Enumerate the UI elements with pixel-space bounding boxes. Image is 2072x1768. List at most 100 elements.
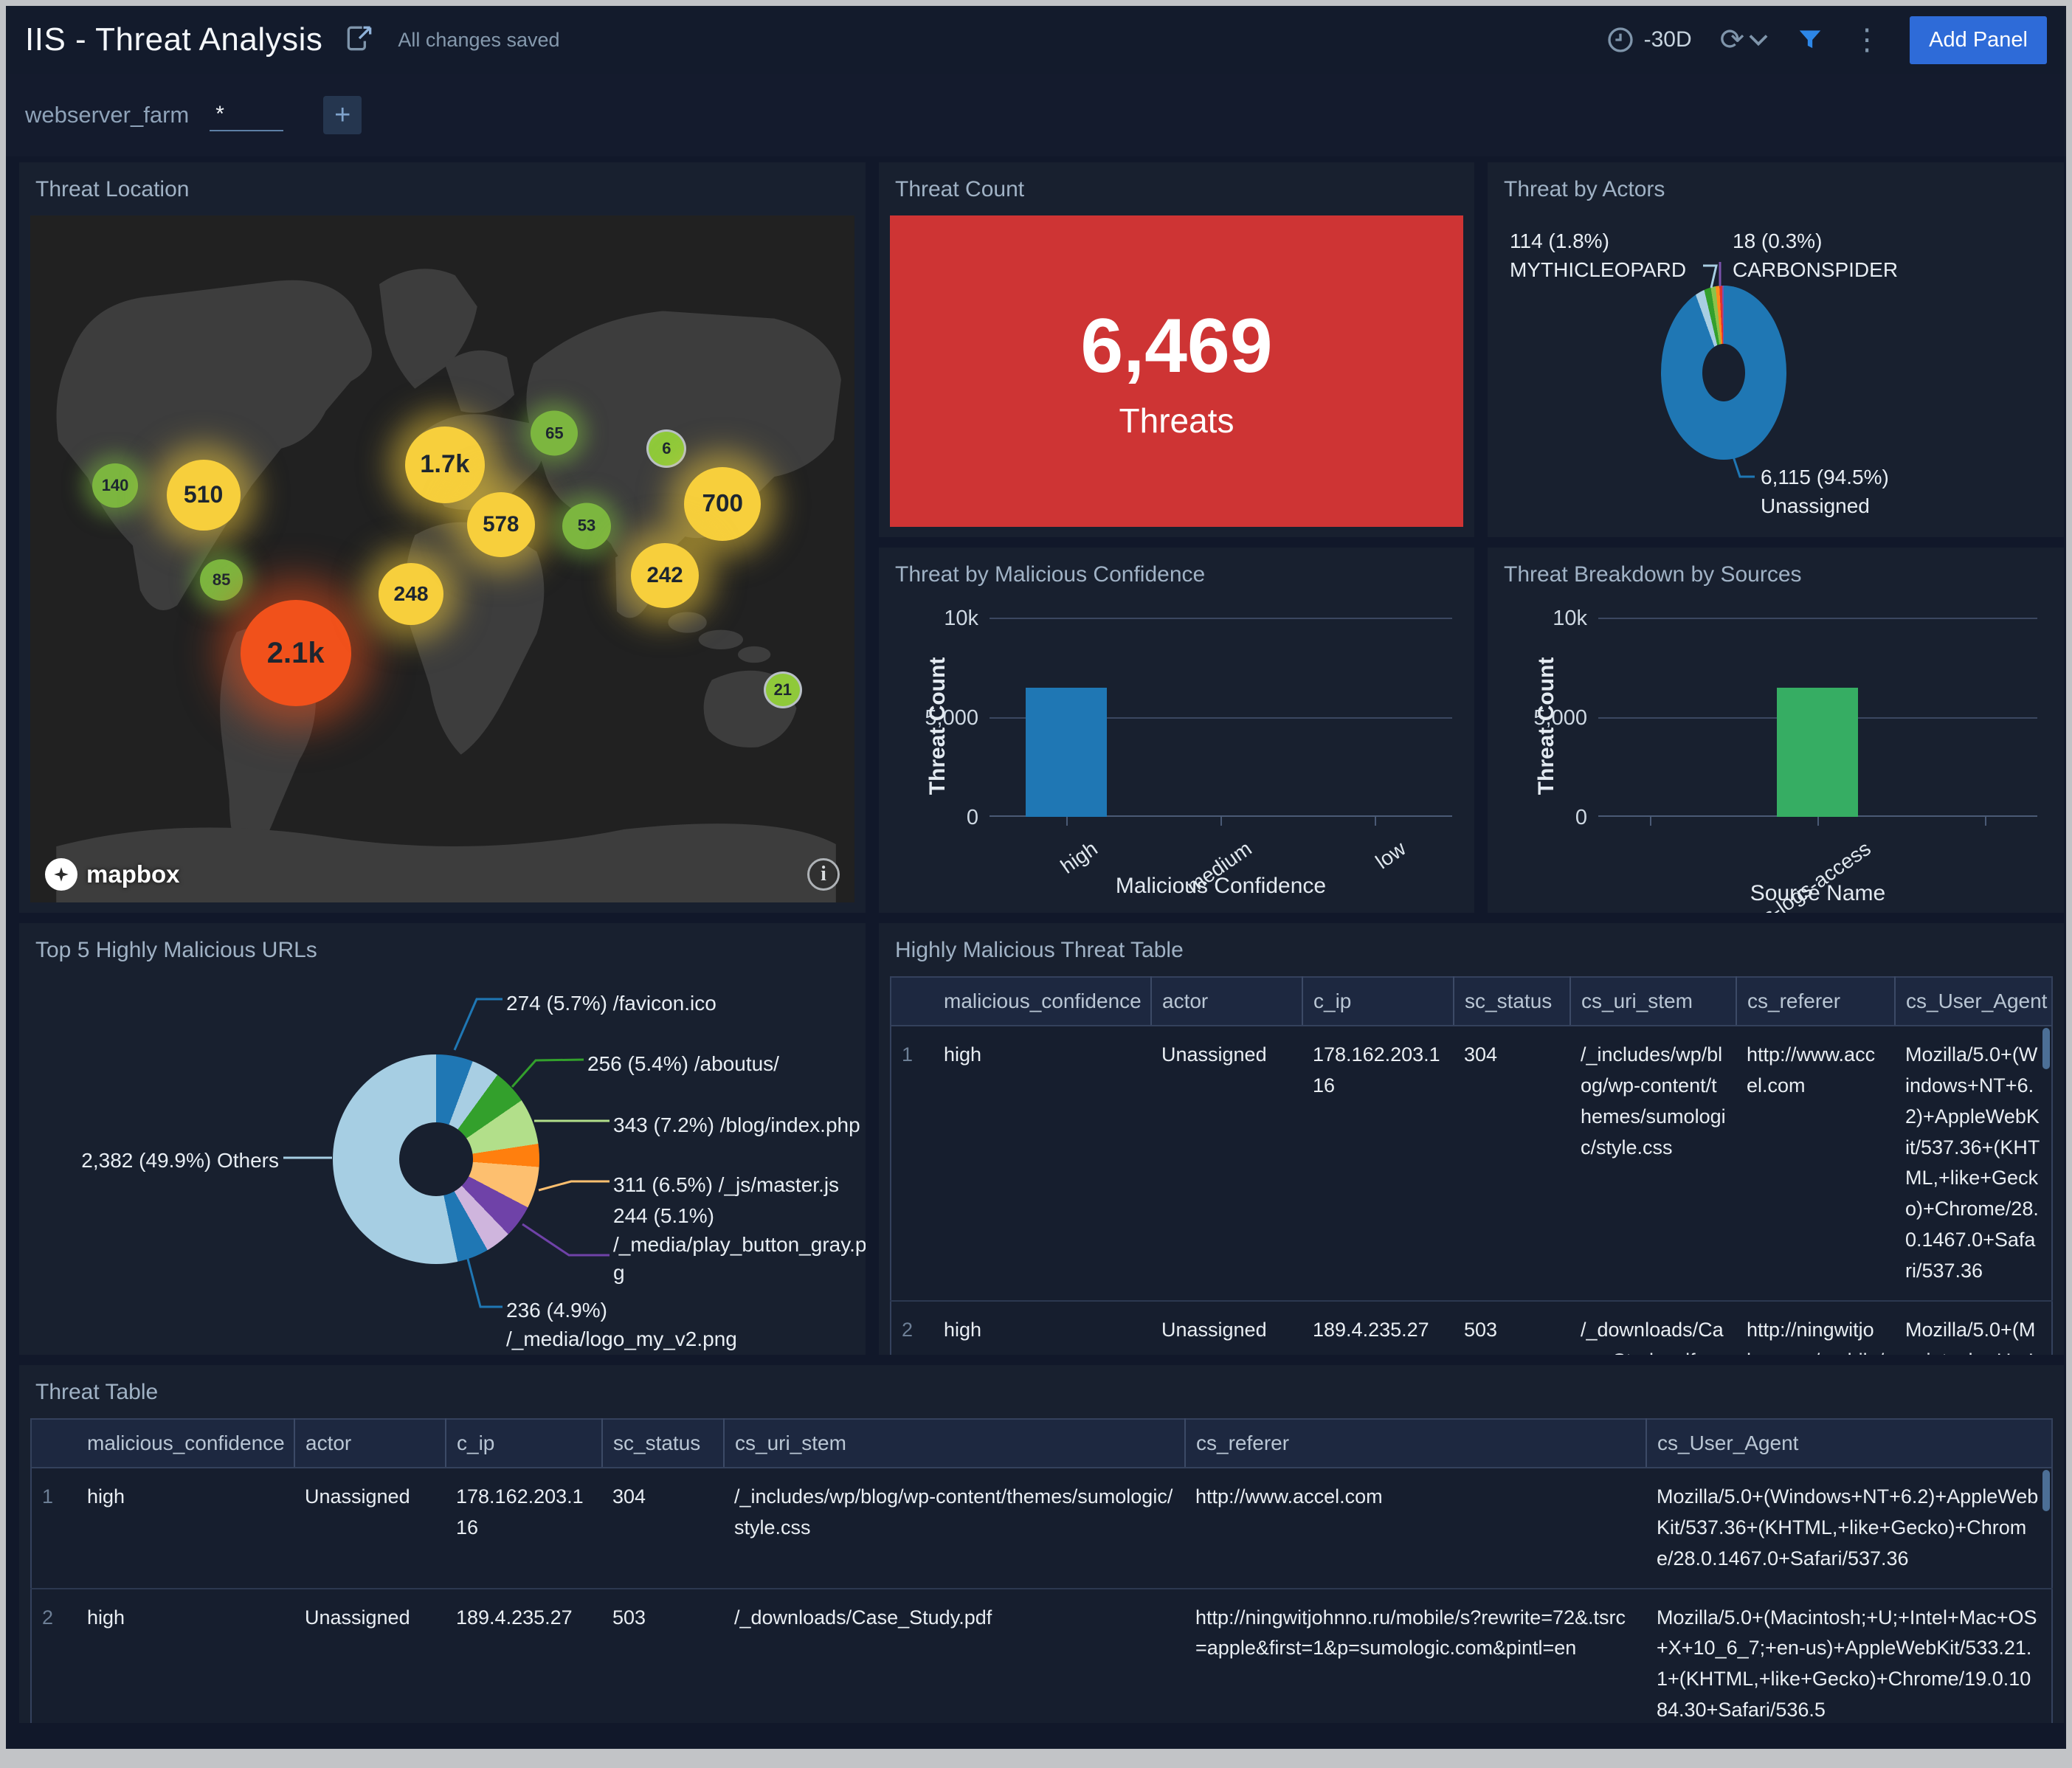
threat-table-scrollbar[interactable] xyxy=(2042,1470,2050,1511)
table-cell: /_includes/wp/blog/wp-content/themes/sum… xyxy=(1581,1043,1726,1158)
table-cell: high xyxy=(944,1043,982,1066)
callout-aboutus: 256 (5.4%) /aboutus/ xyxy=(587,1052,779,1075)
threat-count-display: 6,469 Threats xyxy=(890,215,1463,527)
column-header-malicious_confidence[interactable]: malicious_confidence xyxy=(933,977,1151,1026)
top-urls-donut-hole xyxy=(399,1122,473,1196)
threat-table: malicious_confidence actor c_ip sc_status cs… xyxy=(30,1418,2053,1723)
hm-table-wrap: malicious_confidence actor c_ip sc_status cs… xyxy=(890,976,2053,1355)
refresh-button[interactable]: ⟳ xyxy=(1720,23,1769,57)
callout-master: 311 (6.5%) /_js/master.js xyxy=(613,1173,840,1196)
table-cell: 189.4.235.27 xyxy=(446,1587,602,1723)
column-header-cs_User_Agent[interactable]: cs_User_Agent xyxy=(1894,977,2052,1026)
column-header-cs_uri_stem[interactable]: cs_uri_stem xyxy=(1569,977,1736,1026)
map-bubble[interactable]: 140 xyxy=(92,463,139,508)
map-bubble[interactable]: 700 xyxy=(684,467,762,542)
column-header-actor[interactable]: actor xyxy=(1150,977,1302,1026)
table-cell: /_downloads/Case_Study.pdf xyxy=(724,1587,1185,1723)
world-map[interactable]: 140 510 85 2.1k 248 1.7k 578 65 53 6 700 242 21 mapb… xyxy=(30,215,854,902)
column-header-sc_status[interactable]: sc_status xyxy=(1453,977,1570,1026)
column-header-c_ip[interactable]: c_ip xyxy=(1302,977,1454,1026)
table-cell: Unassigned xyxy=(294,1587,446,1723)
y-axis-label: Threat Count xyxy=(925,657,950,795)
add-panel-button[interactable]: Add Panel xyxy=(1910,15,2047,64)
ytick-0: 0 xyxy=(966,806,978,829)
time-range-selector[interactable]: -30D xyxy=(1606,25,1692,55)
column-header-sc_status[interactable]: sc_status xyxy=(601,1419,724,1468)
column-header-actor[interactable]: actor xyxy=(294,1419,446,1468)
table-cell: http://ningwitjohnno.ru/mobile/s?rewrite… xyxy=(1185,1587,1646,1723)
table-cell: Unassigned xyxy=(1151,1299,1302,1355)
panel-title: Threat Location xyxy=(35,177,190,201)
column-header-cs_referer[interactable]: cs_referer xyxy=(1184,1419,1646,1468)
panel-threat-by-malicious-confidence: Threat by Malicious Confidence 10k 5,000… xyxy=(879,548,1474,913)
table-cell: high xyxy=(933,1299,1151,1355)
callout-carbonspider: 18 (0.3%) CARBONSPIDER xyxy=(1733,229,1899,281)
ytick-10k: 10k xyxy=(1553,607,1587,630)
table-row[interactable]: 2 high Unassigned 189.4.235.27 503/_download… xyxy=(891,1299,2052,1355)
table-cell: 503 xyxy=(602,1587,724,1723)
table-row[interactable]: 2 high Unassigned 189.4.235.27 503/_download… xyxy=(31,1587,2052,1723)
map-bubble[interactable]: 1.7k xyxy=(404,426,485,503)
map-bubble[interactable]: 510 xyxy=(166,459,241,531)
sources-plot xyxy=(1598,618,2037,826)
x-axis-label: Source Name xyxy=(1750,881,1886,905)
table-row[interactable]: 1 high Unassigned 178.162.203.116 304 /_inclu… xyxy=(891,1026,2052,1301)
callout-unassigned: 6,115 (94.5%) Unassigned xyxy=(1761,466,1889,517)
confidence-bar-high[interactable] xyxy=(1026,688,1107,817)
table-cell: 304 xyxy=(612,1485,646,1508)
y-axis-label: Threat Count xyxy=(1534,657,1558,795)
panel-title: Threat Count xyxy=(895,177,1025,201)
column-header-cs_referer[interactable]: cs_referer xyxy=(1736,977,1895,1026)
table-cell: 178.162.203.116 xyxy=(1313,1043,1440,1097)
column-header-cs_uri_stem[interactable]: cs_uri_stem xyxy=(723,1419,1185,1468)
table-cell: Mozilla/5.0+(Macintosh;+U;+Intel+Mac+OS xyxy=(1895,1299,2052,1355)
map-bubble[interactable]: 53 xyxy=(562,503,611,550)
panel-title: Threat by Actors xyxy=(1504,177,1665,201)
chevron-down-icon xyxy=(1749,35,1768,46)
map-bubble[interactable]: 85 xyxy=(200,559,244,601)
ytick-0: 0 xyxy=(1575,806,1587,829)
table-cell: Unassigned xyxy=(1161,1043,1267,1066)
page-title: IIS - Threat Analysis xyxy=(25,21,323,58)
refresh-icon: ⟳ xyxy=(1719,24,1745,56)
share-icon[interactable] xyxy=(343,22,376,58)
panel-threat-table: Threat Table malicious_confidence actor c_… xyxy=(19,1365,2064,1723)
dashboard-header: IIS - Threat Analysis All changes saved … xyxy=(6,6,2066,74)
mapbox-logo[interactable]: mapbox xyxy=(45,858,180,891)
map-bubble[interactable]: 2.1k xyxy=(240,600,351,707)
row-number: 2 xyxy=(891,1299,933,1355)
map-info-icon[interactable]: i xyxy=(807,858,840,891)
sources-bar-iis-logs-access[interactable] xyxy=(1777,688,1858,817)
add-filter-button[interactable]: + xyxy=(323,96,362,134)
map-bubble[interactable]: 578 xyxy=(466,491,535,557)
hm-table-scrollbar[interactable] xyxy=(2042,1028,2050,1069)
more-options-button[interactable]: ⋮ xyxy=(1852,25,1882,55)
panel-threat-by-actors: Threat by Actors 114 (1.8%) MYTHICLEOPAR… xyxy=(1488,162,2064,537)
panel-title: Threat by Malicious Confidence xyxy=(895,562,1206,587)
map-bubble[interactable]: 65 xyxy=(531,410,579,456)
map-bubble[interactable]: 6 xyxy=(646,429,687,468)
table-cell: http://ningwitjohnno.ru/mobile/s? xyxy=(1736,1299,1895,1355)
confidence-plot xyxy=(990,618,1452,826)
map-bubble[interactable]: 21 xyxy=(763,671,802,709)
threat-table-wrap: malicious_confidence actor c_ip sc_status cs… xyxy=(30,1418,2053,1723)
map-bubble[interactable]: 248 xyxy=(379,562,444,625)
map-bubble[interactable]: 242 xyxy=(631,542,700,608)
bubble-layer: 140 510 85 2.1k 248 1.7k 578 65 53 6 700 242 21 xyxy=(30,215,854,902)
table-cell: Mozilla/5.0+(Windows+NT+6.2)+AppleWebKit… xyxy=(1905,1043,2040,1282)
column-header-cs_User_Agent[interactable]: cs_User_Agent xyxy=(1645,1419,2052,1468)
column-header-c_ip[interactable]: c_ip xyxy=(445,1419,602,1468)
mapbox-icon xyxy=(45,858,77,891)
callout-mythicleopard: 114 (1.8%) MYTHICLEOPARD xyxy=(1510,229,1687,281)
column-header-rownum[interactable] xyxy=(891,977,933,1026)
save-status: All changes saved xyxy=(398,28,560,51)
filter-value-input[interactable] xyxy=(210,99,284,131)
funnel-icon xyxy=(1799,30,1821,49)
clock-icon xyxy=(1607,27,1633,52)
panel-title: Highly Malicious Threat Table xyxy=(895,938,1184,962)
filter-button[interactable] xyxy=(1796,26,1824,54)
callout-favicon: 274 (5.7%) /favicon.ico xyxy=(506,992,716,1015)
table-row[interactable]: 1 high Unassigned 178.162.203.116 304 /_inclu… xyxy=(31,1468,2052,1589)
column-header-rownum[interactable] xyxy=(31,1419,77,1468)
column-header-malicious_confidence[interactable]: malicious_confidence xyxy=(77,1419,294,1468)
